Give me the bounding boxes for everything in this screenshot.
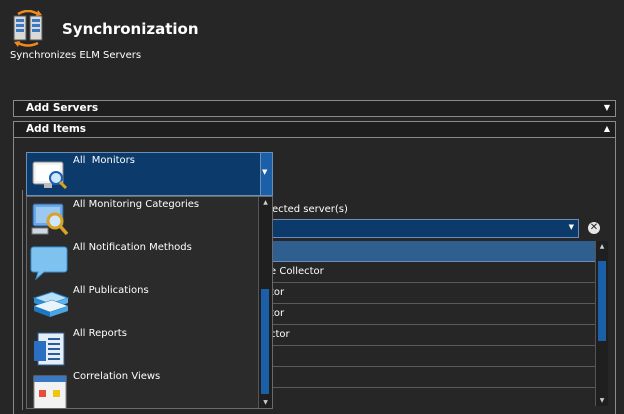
clear-icon[interactable]: ✕ — [588, 222, 600, 234]
table-row[interactable] — [264, 388, 595, 409]
table-row[interactable] — [264, 367, 595, 388]
speech-bubble-icon — [30, 243, 70, 281]
monitor-magnifier-icon — [30, 156, 70, 194]
add-servers-panel-header[interactable]: Add Servers ▼ — [13, 100, 616, 117]
dropdown-scrollbar[interactable]: ▲ ▼ — [258, 197, 272, 408]
items-grid: e Collector tor tor ctor — [264, 241, 595, 406]
table-row[interactable]: tor — [264, 283, 595, 304]
list-item[interactable]: Correlation Views — [27, 369, 260, 408]
table-row[interactable] — [264, 346, 595, 367]
option-label: Correlation Views — [73, 371, 161, 382]
option-label: All Monitoring Categories — [73, 199, 200, 210]
add-servers-label: Add Servers — [26, 102, 99, 114]
table-row[interactable]: ctor — [264, 325, 595, 346]
report-document-icon — [30, 329, 70, 367]
grid-scrollbar[interactable]: ▲ ▼ — [595, 241, 608, 406]
list-item[interactable]: All Reports — [27, 326, 260, 369]
add-items-panel-header[interactable]: Add Items ▲ — [13, 121, 616, 138]
scroll-up-icon[interactable]: ▲ — [259, 197, 272, 208]
divider — [22, 190, 23, 410]
option-label: All Notification Methods — [73, 242, 192, 253]
grid-header — [264, 241, 595, 262]
list-item[interactable]: All Notification Methods — [27, 240, 260, 283]
scroll-up-icon[interactable]: ▲ — [596, 241, 608, 252]
table-row[interactable]: e Collector — [264, 262, 595, 283]
server-select[interactable]: ▼ — [264, 219, 579, 238]
scroll-down-icon[interactable]: ▼ — [259, 397, 272, 408]
list-item[interactable]: All Monitoring Categories — [27, 197, 260, 240]
books-icon — [30, 286, 70, 324]
item-type-selected: All Monitors — [73, 155, 135, 166]
add-items-label: Add Items — [26, 123, 87, 135]
item-type-combo[interactable]: All Monitors ▼ — [26, 152, 273, 196]
option-label: All Reports — [73, 328, 127, 339]
chevron-down-icon: ▼ — [568, 223, 574, 231]
item-type-dropdown-list: All Monitoring Categories All Notificati… — [26, 196, 273, 409]
collapse-arrow-icon[interactable]: ▲ — [604, 124, 610, 133]
scroll-thumb[interactable] — [598, 261, 606, 341]
servers-sync-icon — [10, 9, 48, 48]
expand-arrow-icon[interactable]: ▼ — [604, 103, 610, 112]
scroll-thumb[interactable] — [261, 289, 269, 394]
chevron-down-icon: ▼ — [262, 168, 268, 176]
combo-dropdown-button[interactable]: ▼ — [260, 153, 272, 195]
page-subtitle: Synchronizes ELM Servers — [10, 50, 142, 61]
correlation-view-icon — [30, 372, 70, 408]
page-title: Synchronization — [62, 20, 199, 38]
table-row[interactable]: tor — [264, 304, 595, 325]
list-item[interactable]: All Publications — [27, 283, 260, 326]
option-label: All Publications — [73, 285, 149, 296]
monitor-magnifier-icon — [30, 200, 70, 238]
selected-servers-label: ected server(s) — [272, 204, 348, 215]
scroll-down-icon[interactable]: ▼ — [596, 395, 608, 406]
